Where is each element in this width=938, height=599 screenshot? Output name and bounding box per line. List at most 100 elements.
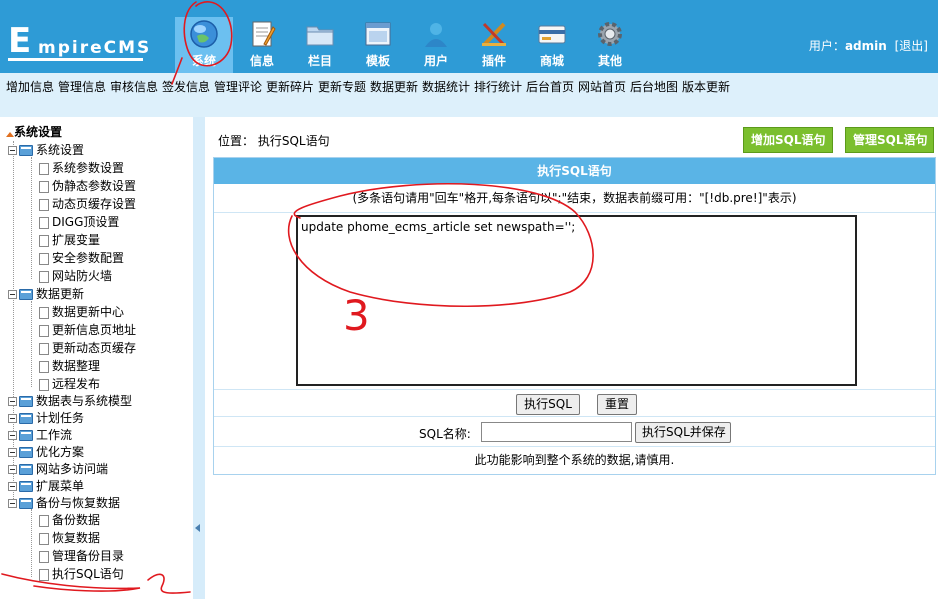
collapse-icon[interactable]	[8, 146, 17, 155]
tree-item[interactable]: 恢复数据	[39, 529, 100, 547]
expand-icon[interactable]	[8, 431, 17, 440]
tree-group-backup-restore[interactable]: 备份与恢复数据	[8, 494, 120, 512]
nav-plugin[interactable]: 插件	[465, 17, 523, 73]
exec-sql-button[interactable]: 执行SQL	[516, 394, 580, 415]
page-icon	[39, 162, 49, 175]
tree-group-data-update[interactable]: 数据更新	[8, 285, 84, 303]
tree-item-label: 动态页缓存设置	[52, 197, 137, 211]
quick-audit-info[interactable]: 审核信息	[108, 73, 160, 117]
tree-item[interactable]: 网站防火墙	[39, 267, 112, 285]
window-icon	[365, 22, 391, 46]
nav-template[interactable]: 模板	[349, 17, 407, 73]
collapse-arrow-icon[interactable]	[195, 524, 200, 532]
add-sql-button[interactable]: 增加SQL语句	[743, 127, 833, 153]
sidebar-tree: 系统设置 系统设置 系统参数设置 伪静态参数设置 动态页缓存设置 DIGG顶设置…	[0, 117, 193, 599]
quick-version-update[interactable]: 版本更新	[680, 73, 732, 117]
tree-item-label: 系统参数设置	[52, 161, 125, 175]
tree-item[interactable]: 动态页缓存设置	[39, 195, 136, 213]
tree-item[interactable]: 更新信息页地址	[39, 321, 136, 339]
nav-user[interactable]: 用户	[407, 17, 465, 73]
manage-sql-button[interactable]: 管理SQL语句	[845, 127, 934, 153]
quick-site-home[interactable]: 网站首页	[576, 73, 628, 117]
exec-and-save-button[interactable]: 执行SQL并保存	[635, 422, 731, 443]
sql-textarea[interactable]	[296, 215, 857, 386]
tree-item-exec-sql[interactable]: 执行SQL语句	[39, 565, 124, 583]
quick-rank-stats[interactable]: 排行统计	[472, 73, 524, 117]
tree-line	[31, 157, 32, 279]
page-icon	[39, 252, 49, 265]
tree-item[interactable]: 系统参数设置	[39, 159, 124, 177]
collapse-icon[interactable]	[8, 499, 17, 508]
quick-sign-info[interactable]: 签发信息	[160, 73, 212, 117]
nav-label: 插件	[481, 54, 506, 68]
folder-icon	[19, 145, 33, 156]
tree-item[interactable]: DIGG顶设置	[39, 213, 119, 231]
page-icon	[39, 568, 49, 581]
tree-item-label: DIGG顶设置	[52, 215, 120, 229]
tree-item[interactable]: 扩展变量	[39, 231, 100, 249]
page-icon	[39, 324, 49, 337]
page-icon	[39, 234, 49, 247]
nav-shop[interactable]: 商城	[523, 17, 581, 73]
tree-line	[31, 509, 32, 577]
folder-icon	[19, 413, 33, 424]
tree-group-multi-access[interactable]: 网站多访问端	[8, 460, 108, 478]
quick-update-fragments[interactable]: 更新碎片	[264, 73, 316, 117]
sql-name-input[interactable]	[481, 422, 632, 442]
nav-system[interactable]: 系统	[175, 17, 233, 73]
tree-group-scheduled-tasks[interactable]: 计划任务	[8, 409, 84, 427]
page-icon	[39, 306, 49, 319]
expand-icon[interactable]	[8, 397, 17, 406]
tree-item-label: 安全参数配置	[52, 251, 125, 265]
tree-root[interactable]: 系统设置	[6, 123, 62, 141]
tree-item[interactable]: 安全参数配置	[39, 249, 124, 267]
quick-manage-info[interactable]: 管理信息	[56, 73, 108, 117]
breadcrumb-current[interactable]: 执行SQL语句	[258, 134, 330, 148]
expand-icon[interactable]	[8, 448, 17, 457]
tree-item[interactable]: 更新动态页缓存	[39, 339, 136, 357]
tree-item[interactable]: 数据整理	[39, 357, 100, 375]
quick-admin-home[interactable]: 后台首页	[524, 73, 576, 117]
logout-link[interactable]: [退出]	[895, 39, 928, 53]
page-icon	[39, 342, 49, 355]
tree-item[interactable]: 数据更新中心	[39, 303, 124, 321]
quick-data-stats[interactable]: 数据统计	[420, 73, 472, 117]
reset-button[interactable]: 重置	[597, 394, 637, 415]
expand-icon[interactable]	[8, 414, 17, 423]
nav-label: 模板	[365, 54, 390, 68]
tree-group-workflow[interactable]: 工作流	[8, 426, 72, 444]
breadcrumb: 位置： 执行SQL语句	[218, 132, 330, 149]
tree-item[interactable]: 备份数据	[39, 511, 100, 529]
tree-group-ext-menu[interactable]: 扩展菜单	[8, 477, 84, 495]
quick-admin-map[interactable]: 后台地图	[628, 73, 680, 117]
expand-icon[interactable]	[8, 465, 17, 474]
quick-data-update[interactable]: 数据更新	[368, 73, 420, 117]
notepad-icon	[252, 21, 276, 47]
collapse-icon[interactable]	[8, 290, 17, 299]
expand-icon[interactable]	[8, 482, 17, 491]
nav-other[interactable]: 其他	[581, 17, 639, 73]
breadcrumb-label: 位置：	[218, 134, 255, 148]
page-icon	[39, 198, 49, 211]
tree-group-label: 系统设置	[36, 143, 85, 157]
logo-text: mpireCMS	[38, 38, 152, 58]
logo-underline	[8, 58, 143, 61]
tree-item[interactable]: 远程发布	[39, 375, 100, 393]
tree-group-system-settings[interactable]: 系统设置	[8, 141, 84, 159]
nav-label: 栏目	[307, 54, 332, 68]
tree-item-label: 伪静态参数设置	[52, 179, 137, 193]
quick-update-topics[interactable]: 更新专题	[316, 73, 368, 117]
tools-icon	[482, 22, 506, 47]
tree-item[interactable]: 伪静态参数设置	[39, 177, 136, 195]
quick-add-info[interactable]: 增加信息	[4, 73, 56, 117]
sidebar-splitter[interactable]	[193, 117, 205, 599]
tree-root-label: 系统设置	[14, 125, 63, 139]
tree-group-optimize[interactable]: 优化方案	[8, 443, 84, 461]
nav-info[interactable]: 信息	[233, 17, 291, 73]
globe-icon	[190, 20, 218, 48]
tree-group-tables-models[interactable]: 数据表与系统模型	[8, 392, 132, 410]
nav-column[interactable]: 栏目	[291, 17, 349, 73]
page-icon	[39, 360, 49, 373]
tree-item[interactable]: 管理备份目录	[39, 547, 124, 565]
quick-manage-comments[interactable]: 管理评论	[212, 73, 264, 117]
